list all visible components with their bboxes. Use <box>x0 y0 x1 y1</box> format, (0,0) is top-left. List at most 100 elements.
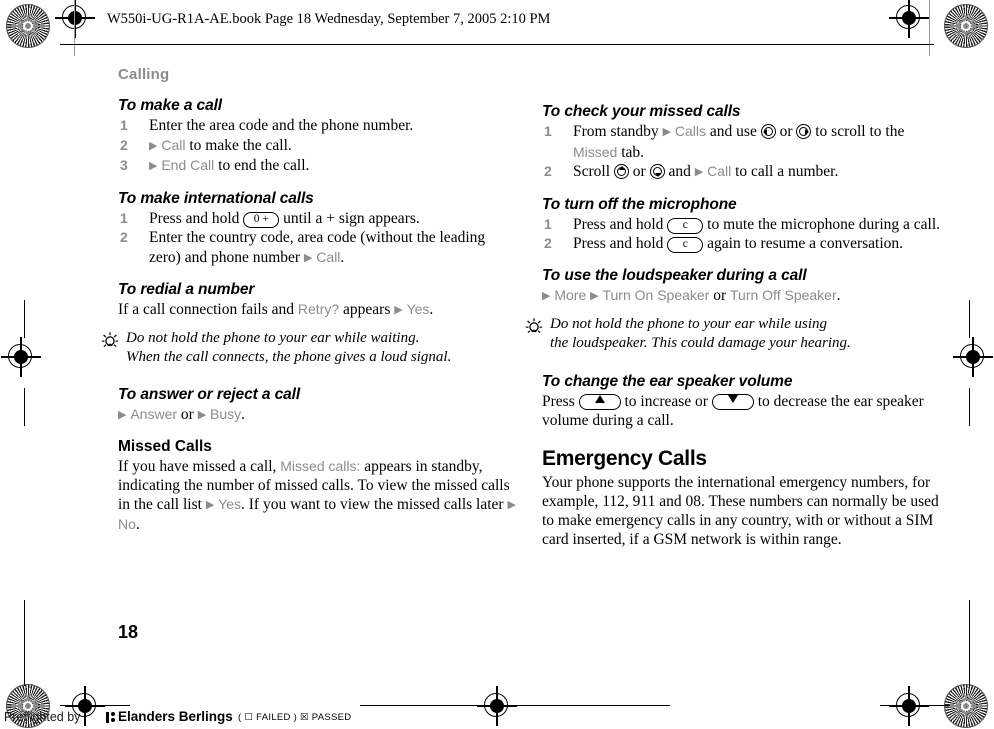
trim-line-bottom-right-horizontal <box>880 705 950 706</box>
step-text: Enter the area code and the phone number… <box>149 117 414 134</box>
step-text: Press and hold <box>149 209 244 227</box>
menu-arrow-icon: ▶ <box>542 289 551 302</box>
menu-arrow-icon: ▶ <box>507 499 516 511</box>
body-text: . <box>836 286 841 304</box>
book-info-header: W550i-UG-R1A-AE.book Page 18 Wednesday, … <box>107 11 551 27</box>
step-text: or <box>775 123 797 140</box>
step-item: 2 Press and hold c again to resume a con… <box>542 234 942 254</box>
header-rule <box>60 44 934 45</box>
preflight-brand: Elanders Berlings <box>118 709 233 724</box>
step-number: 1 <box>120 117 128 133</box>
step-number: 2 <box>544 235 552 251</box>
section-to-redial-a-number: To redial a number If a call connection … <box>118 281 518 320</box>
page-number: 18 <box>118 622 139 642</box>
step-item: 3 ▶ End Call to end the call. <box>118 156 518 177</box>
body-text: . If you want to view the missed calls l… <box>241 496 508 513</box>
step-list: 1 Press and hold 0 + until a + sign appe… <box>118 209 518 269</box>
volume-up-key-icon <box>578 393 621 410</box>
ui-term: Busy <box>210 406 242 422</box>
ui-term: Call <box>316 248 341 265</box>
step-text: or <box>628 163 650 180</box>
body-text: Press <box>542 392 579 410</box>
ui-term: No <box>118 516 136 532</box>
menu-arrow-icon: ▶ <box>662 126 672 138</box>
page-content: Calling To make a call 1 Enter the area … <box>0 46 994 646</box>
step-text: tab. <box>617 143 645 161</box>
step-text: Scroll <box>573 163 614 180</box>
tip-line: When the call connects, the phone gives … <box>126 349 452 365</box>
section-heading: To check your missed calls <box>542 103 741 120</box>
step-list: 1 Press and hold c to mute the microphon… <box>542 215 942 254</box>
document-page: W550i-UG-R1A-AE.book Page 18 Wednesday, … <box>0 0 994 728</box>
menu-arrow-icon: ▶ <box>303 251 313 264</box>
section-body: Press to increase or to decrease the ear… <box>542 392 942 430</box>
step-list: 1 From standby ▶ Calls and use or to scr… <box>542 122 942 183</box>
tip-note-waiting: Do not hold the phone to your ear while … <box>100 329 518 367</box>
step-text: to mute the microphone during a call. <box>703 215 941 233</box>
body-text: If you have missed a call, <box>118 458 281 475</box>
section-heading: Missed Calls <box>118 438 212 455</box>
step-text: Press and hold <box>573 235 668 252</box>
ui-term: End Call <box>161 157 215 173</box>
elanders-logo-icon <box>105 711 117 724</box>
section-heading: Emergency Calls <box>542 446 707 470</box>
step-number: 3 <box>120 157 128 173</box>
lightbulb-icon <box>524 316 544 336</box>
step-number: 2 <box>120 229 128 245</box>
body-text: If a call connection fails and <box>118 301 298 318</box>
body-text: . <box>135 516 140 533</box>
step-item: 2 ▶ Call to make the call. <box>118 136 518 157</box>
section-body: ▶ Answer or ▶ Busy. <box>118 405 518 425</box>
menu-arrow-icon: ▶ <box>149 160 158 172</box>
ui-term: Turn On Speaker <box>602 286 710 303</box>
step-item: 2 Scroll or and ▶ Call to call a number. <box>542 162 942 183</box>
section-heading: To make international calls <box>118 189 314 207</box>
left-column: Calling To make a call 1 Enter the area … <box>101 46 518 547</box>
step-text: to end the call. <box>214 157 310 174</box>
body-text: or <box>177 406 198 423</box>
step-text: Press and hold <box>573 215 668 233</box>
ui-term: Missed <box>573 143 618 160</box>
ui-term: Call <box>707 163 732 179</box>
nav-left-icon <box>760 124 776 139</box>
step-item: 1 From standby ▶ Calls and use or to scr… <box>542 122 942 162</box>
body-text: appears <box>339 301 395 318</box>
section-to-check-missed-calls: To check your missed calls 1 From standb… <box>542 103 942 183</box>
menu-arrow-icon: ▶ <box>590 289 599 302</box>
menu-arrow-icon: ▶ <box>394 304 403 316</box>
step-text: From standby <box>573 123 663 140</box>
lightbulb-icon <box>100 330 120 350</box>
ui-term: Turn Off Speaker <box>730 286 837 303</box>
nav-down-icon <box>649 164 665 179</box>
step-item: 1 Press and hold c to mute the microphon… <box>542 215 942 235</box>
ui-term: Yes <box>406 301 430 317</box>
volume-down-key-icon <box>711 393 754 410</box>
right-column: To check your missed calls 1 From standb… <box>525 46 942 562</box>
section-heading: To use the loudspeaker during a call <box>542 266 807 284</box>
step-text: again to resume a conversation. <box>703 235 904 252</box>
ui-term: Calls <box>674 123 707 139</box>
step-text: to make the call. <box>185 136 292 154</box>
step-text: to call a number. <box>731 163 839 180</box>
ui-term: Retry? <box>297 301 340 317</box>
section-heading: To make a call <box>118 97 222 114</box>
menu-arrow-icon: ▶ <box>694 166 704 178</box>
section-body: ▶ More ▶ Turn On Speaker or Turn Off Spe… <box>542 286 942 306</box>
step-item: 1 Enter the area code and the phone numb… <box>118 116 518 136</box>
section-body: If a call connection fails and Retry? ap… <box>118 300 518 320</box>
section-to-make-a-call: To make a call 1 Enter the area code and… <box>118 97 518 177</box>
step-text: and <box>664 163 695 180</box>
ui-term: Missed calls: <box>280 458 361 474</box>
section-to-make-international-calls: To make international calls 1 Press and … <box>118 190 518 269</box>
step-number: 1 <box>544 123 552 139</box>
step-text: to scroll to the <box>811 123 905 140</box>
preflight-label: Preflighted by <box>4 710 81 724</box>
body-text: to increase or <box>620 392 712 410</box>
trim-line-bottom-left-horizontal <box>60 705 130 706</box>
section-to-use-loudspeaker: To use the loudspeaker during a call ▶ M… <box>542 267 942 306</box>
step-text: and use <box>706 123 761 140</box>
clear-key-icon: c <box>667 217 704 234</box>
ui-term: More <box>554 286 587 303</box>
chapter-title: Calling <box>118 66 170 83</box>
step-item: 2 Enter the country code, area code (wit… <box>118 228 518 268</box>
